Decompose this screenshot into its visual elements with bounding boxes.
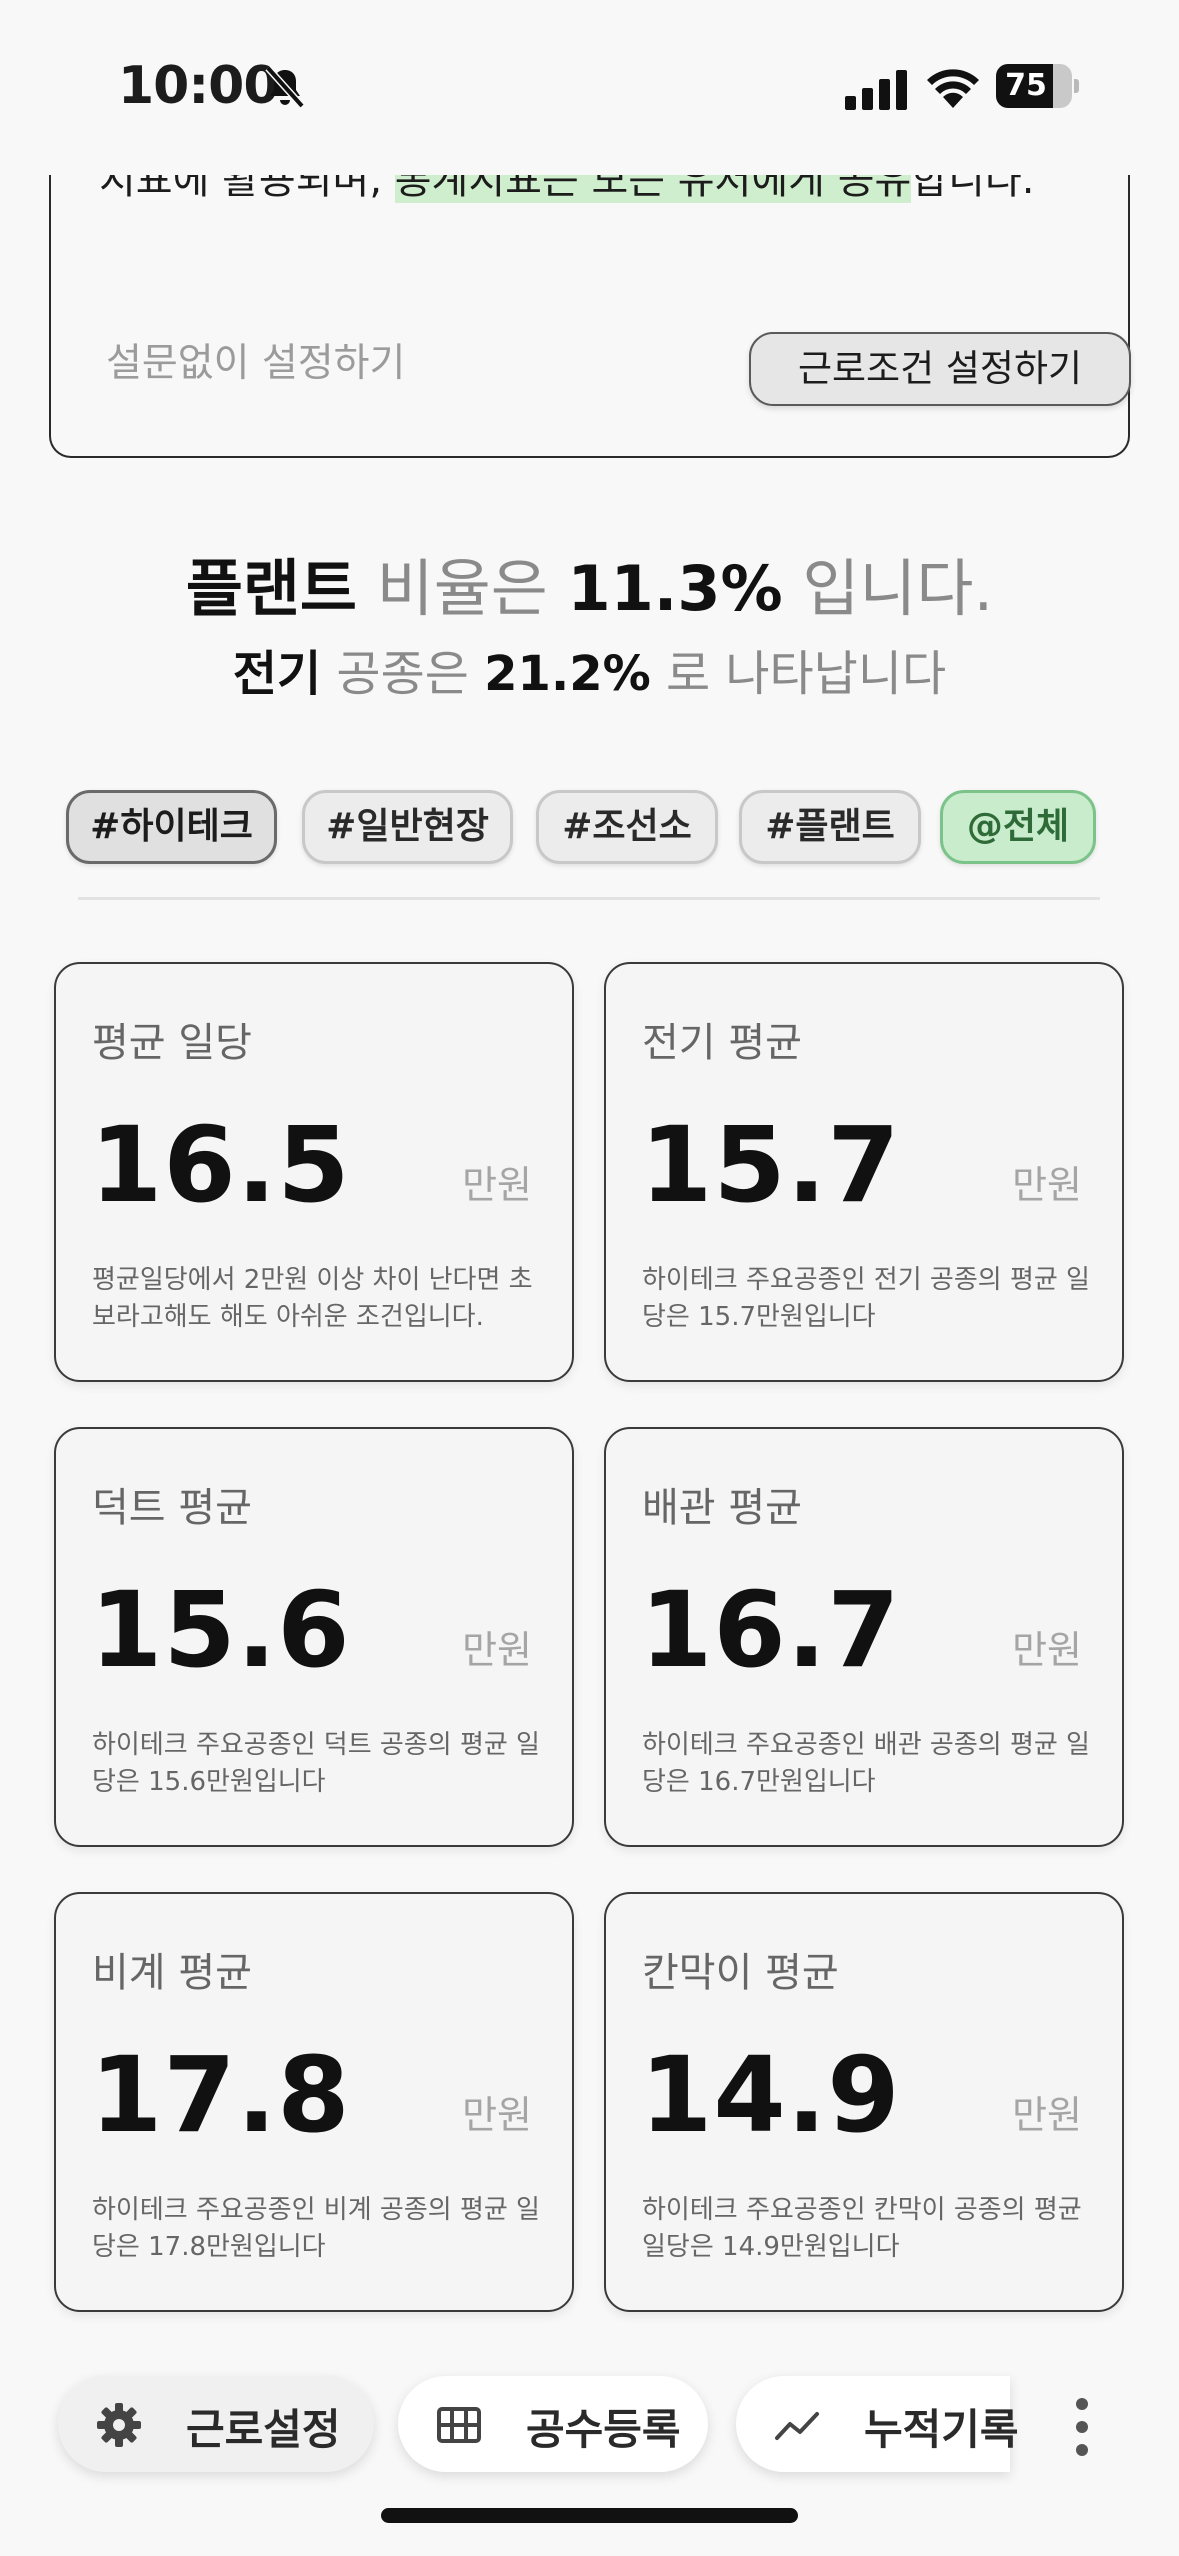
bell-muted-icon	[265, 65, 305, 109]
card-description: 평균일당에서 2만원 이상 차이 난다면 초보라고해도 해도 아쉬운 조건입니다…	[92, 1265, 533, 1332]
stat-card-electric[interactable]: 전기 평균 15.7 만원 하이테크 주요공종인 전기 공종의 평균 일당은 1…	[604, 962, 1124, 1382]
tag-all[interactable]: @전체	[940, 790, 1096, 864]
tag-plant[interactable]: #플랜트	[739, 790, 921, 864]
card-title: 비계 평균	[92, 1950, 252, 1996]
card-value: 14.9	[640, 2034, 901, 2156]
nav-label: 근로설정	[186, 2405, 341, 2454]
bottom-nav: 근로설정 공수등록 누적기록	[0, 2370, 1179, 2480]
status-time: 10:00	[118, 56, 280, 116]
skip-survey-link[interactable]: 설문없이 설정하기	[106, 332, 405, 388]
card-title: 칸막이 평균	[642, 1950, 839, 1996]
card-title: 평균 일당	[92, 1020, 252, 1066]
divider	[78, 897, 1100, 900]
card-value: 15.6	[90, 1569, 351, 1691]
card-title: 전기 평균	[642, 1020, 802, 1066]
summary-line-1: 플랜트 비율은 11.3% 입니다.	[185, 552, 994, 625]
card-unit: 만원	[462, 2093, 532, 2137]
setup-work-conditions-button[interactable]: 근로조건 설정하기	[749, 332, 1131, 406]
stat-card-partition[interactable]: 칸막이 평균 14.9 만원 하이테크 주요공종인 칸막이 공종의 평균일당은 …	[604, 1892, 1124, 2312]
card-value: 17.8	[90, 2034, 351, 2156]
card-description: 하이테크 주요공종인 전기 공종의 평균 일당은 15.7만원입니다	[642, 1265, 1090, 1332]
nav-label: 누적기록	[864, 2405, 1019, 2454]
nav-register-hours[interactable]: 공수등록	[398, 2376, 708, 2472]
card-unit: 만원	[1012, 1163, 1082, 1207]
card-unit: 만원	[1012, 2093, 1082, 2137]
grid-icon	[437, 2407, 481, 2443]
tag-hightech[interactable]: #하이테크	[66, 790, 277, 864]
nav-label: 공수등록	[526, 2405, 681, 2454]
tag-shipyard[interactable]: #조선소	[536, 790, 718, 864]
nav-work-settings[interactable]: 근로설정	[58, 2376, 374, 2472]
wifi-icon	[927, 69, 979, 108]
more-options-icon[interactable]	[1062, 2392, 1102, 2462]
card-value: 16.5	[90, 1104, 351, 1226]
summary-line-2: 전기 공종은 21.2% 로 나타납니다	[232, 646, 947, 702]
battery-level: 75	[1005, 68, 1047, 103]
battery-icon: 75	[996, 64, 1079, 108]
status-bar: 10:00 75	[0, 0, 1179, 175]
gear-icon	[97, 2403, 141, 2447]
trend-icon	[775, 2412, 819, 2440]
card-description: 하이테크 주요공종인 칸막이 공종의 평균일당은 14.9만원입니다	[642, 2195, 1082, 2262]
card-unit: 만원	[1012, 1628, 1082, 1672]
card-value: 16.7	[640, 1569, 901, 1691]
home-indicator[interactable]	[381, 2508, 798, 2523]
card-description: 하이테크 주요공종인 덕트 공종의 평균 일당은 15.6만원입니다	[92, 1730, 540, 1797]
card-title: 배관 평균	[642, 1485, 802, 1531]
card-description: 하이테크 주요공종인 배관 공종의 평균 일당은 16.7만원입니다	[642, 1730, 1090, 1797]
cellular-signal-icon	[845, 70, 907, 110]
stat-card-duct[interactable]: 덕트 평균 15.6 만원 하이테크 주요공종인 덕트 공종의 평균 일당은 1…	[54, 1427, 574, 1847]
card-value: 15.7	[640, 1104, 901, 1226]
stat-card-scaffold[interactable]: 비계 평균 17.8 만원 하이테크 주요공종인 비계 공종의 평균 일당은 1…	[54, 1892, 574, 2312]
nav-cumulative-records[interactable]: 누적기록	[736, 2376, 1019, 2472]
stat-card-average-wage[interactable]: 평균 일당 16.5 만원 평균일당에서 2만원 이상 차이 난다면 초보라고해…	[54, 962, 574, 1382]
card-unit: 만원	[462, 1628, 532, 1672]
card-title: 덕트 평균	[92, 1485, 252, 1531]
card-unit: 만원	[462, 1163, 532, 1207]
stat-card-piping[interactable]: 배관 평균 16.7 만원 하이테크 주요공종인 배관 공종의 평균 일당은 1…	[604, 1427, 1124, 1847]
card-description: 하이테크 주요공종인 비계 공종의 평균 일당은 17.8만원입니다	[92, 2195, 540, 2262]
tag-general-site[interactable]: #일반현장	[302, 790, 513, 864]
